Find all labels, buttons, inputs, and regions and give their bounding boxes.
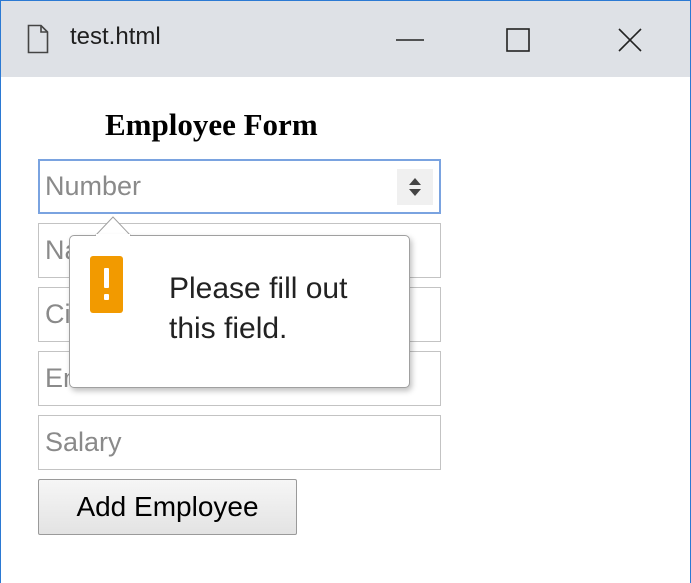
validation-message: Please fill out this field.	[169, 272, 348, 345]
close-icon	[607, 17, 653, 63]
browser-window: test.html Employee Form Number Name City…	[0, 0, 691, 583]
warning-icon	[90, 256, 123, 313]
maximize-button[interactable]	[495, 17, 541, 63]
spinner-arrows-icon	[397, 169, 433, 205]
number-spinner[interactable]	[397, 169, 433, 205]
window-title: test.html	[70, 23, 161, 50]
page-content: Employee Form Add Employee Please fill o…	[1, 77, 690, 583]
tooltip-arrow-join	[96, 234, 130, 237]
minimize-button[interactable]	[387, 17, 433, 63]
form-title: Employee Form	[105, 107, 318, 142]
number-input[interactable]	[38, 159, 441, 214]
validation-tooltip: Please fill out this field.	[69, 235, 410, 388]
add-employee-button[interactable]: Add Employee	[38, 479, 297, 535]
close-button[interactable]	[607, 17, 653, 63]
salary-input[interactable]	[38, 415, 441, 470]
minimize-icon	[387, 17, 433, 63]
title-bar: test.html	[1, 1, 690, 77]
document-icon	[27, 24, 49, 54]
maximize-icon	[495, 17, 541, 63]
